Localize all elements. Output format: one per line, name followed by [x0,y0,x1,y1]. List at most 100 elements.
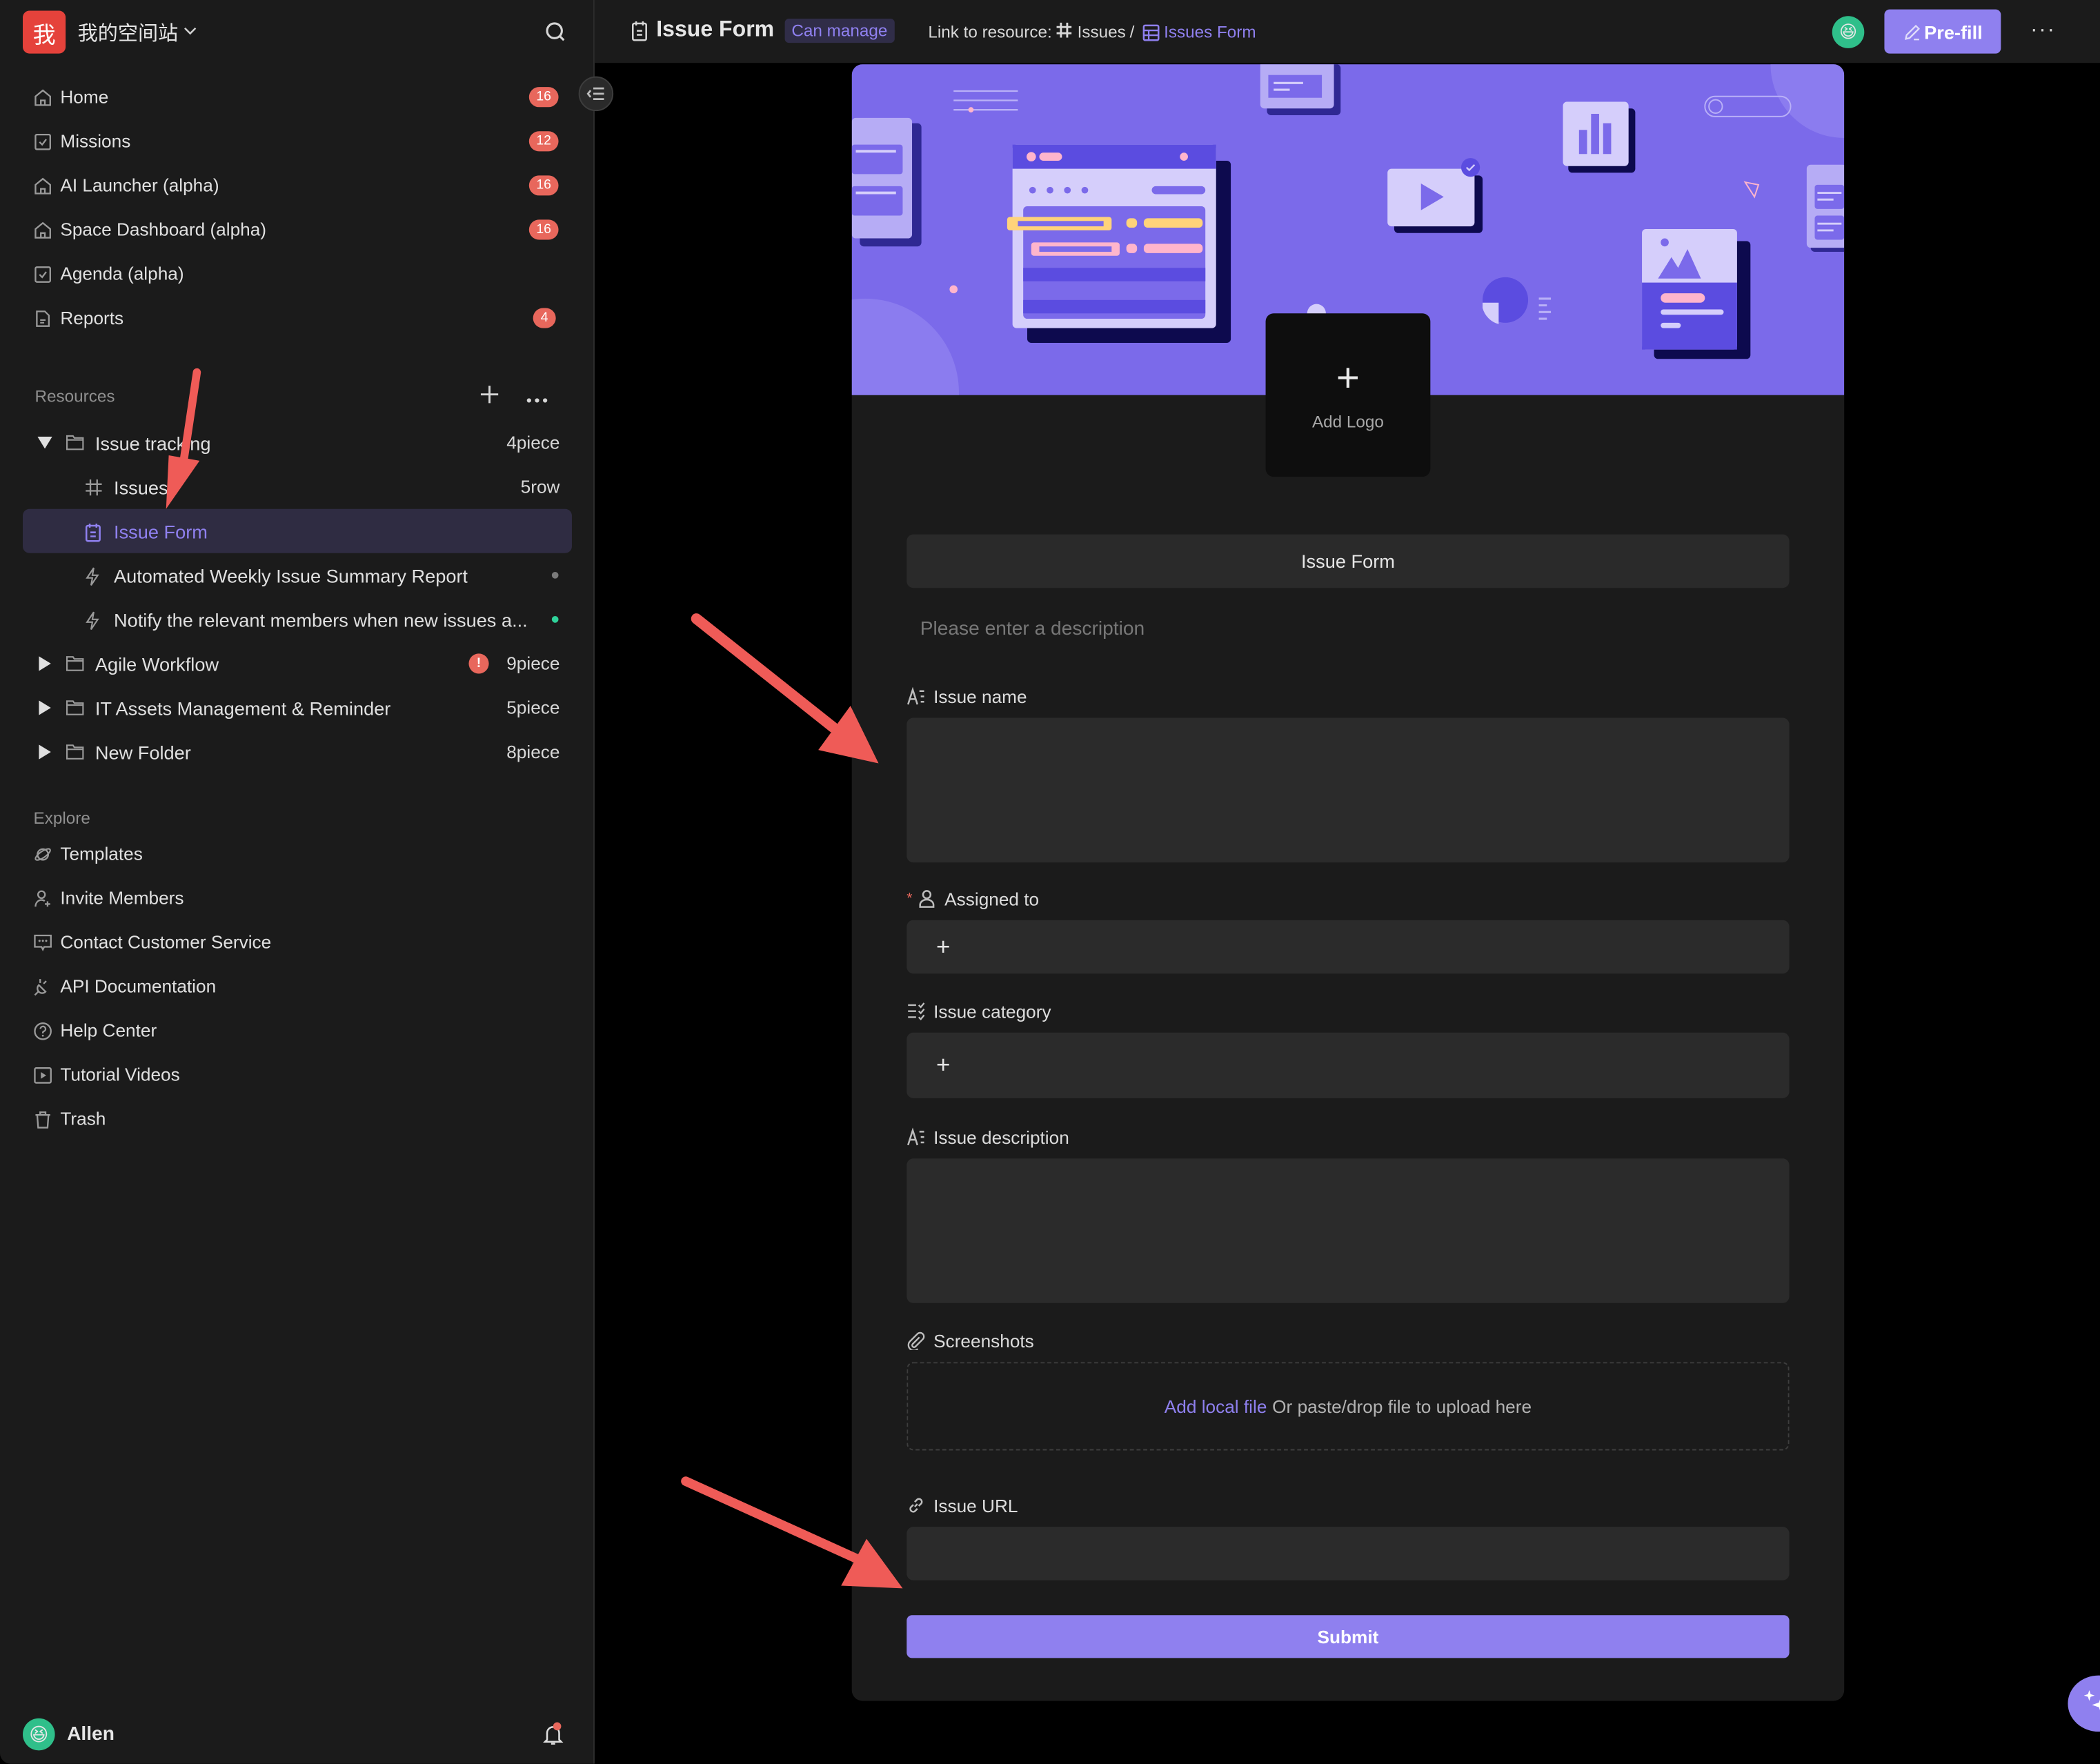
folder-icon [66,742,84,761]
caret-right-icon[interactable] [36,744,52,760]
field-label-text: Screenshots [933,1330,1034,1351]
tree-item-issues[interactable]: Issues 5row [23,465,572,509]
issue-description-input[interactable] [907,1158,1790,1303]
browser-window-graphic [1007,144,1231,343]
notification-dot [553,1722,562,1731]
plug-icon [34,977,52,995]
nav-item-label: Missions [60,131,131,152]
unread-badge: 16 [528,175,559,196]
caret-right-icon[interactable] [36,700,52,715]
nav-item-invite-members[interactable]: Invite Members [23,876,572,920]
breadcrumb-datasheet-link[interactable]: Issues [1078,23,1126,41]
collapse-sidebar-icon [586,87,604,101]
nav-item-label: Space Dashboard (alpha) [60,219,267,240]
datasheet-hash-icon [1056,21,1073,43]
text-field-icon [907,1127,925,1147]
form-icon [84,522,103,542]
nav-item-agenda[interactable]: Agenda (alpha) [23,252,572,296]
add-local-file-link[interactable]: Add local file [1165,1396,1267,1416]
tree-label: Issues [114,476,168,498]
current-user[interactable]: 😆 Allen [23,1718,569,1751]
breadcrumb-view-link[interactable]: Issues Form [1164,23,1256,41]
explore-section-label: Explore [33,809,90,828]
field-issue-description: Issue description [907,1125,1790,1303]
tree-item-automation-weekly-report[interactable]: Automated Weekly Issue Summary Report [23,553,572,597]
attachment-icon [907,1331,925,1350]
nav-item-api-docs[interactable]: API Documentation [23,964,572,1009]
collaborator-avatar[interactable]: 😆 [1832,16,1865,48]
workspace-switcher[interactable]: 我 我的空间站 [23,10,569,54]
nav-item-templates[interactable]: Templates [23,832,572,876]
add-option-icon[interactable]: + [907,1033,1789,1098]
tree-folder-new-folder[interactable]: New Folder 8piece [23,730,572,774]
nav-item-reports[interactable]: Reports 4 [23,296,572,340]
issue-category-input[interactable]: + [907,1032,1790,1098]
nav-item-tutorial-videos[interactable]: Tutorial Videos [23,1053,572,1097]
issue-name-input[interactable] [907,717,1790,863]
lightning-icon [84,610,103,630]
form-title[interactable]: Issue Form [907,534,1790,588]
item-count: 5piece [506,697,560,718]
toggle-graphic [1704,95,1792,117]
required-mark: * [907,890,913,907]
collapse-sidebar-button[interactable] [578,76,614,112]
file-upload-dropzone[interactable]: Add local file Or paste/drop file to upl… [907,1362,1790,1451]
form-description-input[interactable]: Please enter a description [907,619,1789,640]
folder-icon [66,433,84,452]
more-options-icon[interactable]: ··· [2030,19,2056,43]
link-prefix: Link to resource: [928,23,1052,42]
pie-chart-graphic [1483,277,1552,324]
prefill-button[interactable]: Pre-fill [1884,9,2001,54]
folder-icon [66,698,84,717]
app-window: 我 我的空间站 Home 16 Missions 12 AI Launcher … [0,0,2100,1764]
resource-tree: Issue tracking 4piece Issues 5row Issue … [23,421,572,775]
link-icon [907,1496,925,1514]
nav-item-contact-service[interactable]: Contact Customer Service [23,920,572,964]
form-icon [631,19,649,41]
nav-item-missions[interactable]: Missions 12 [23,119,572,163]
trash-icon [34,1109,52,1128]
add-logo-label: Add Logo [1311,412,1384,432]
nav-item-label: AI Launcher (alpha) [60,175,219,196]
tree-item-automation-notify[interactable]: Notify the relevant members when new iss… [23,597,572,642]
tree-label: Automated Weekly Issue Summary Report [114,564,468,586]
nav-item-ai-launcher[interactable]: AI Launcher (alpha) 16 [23,163,572,208]
nav-item-help-center[interactable]: Help Center [23,1009,572,1053]
nav-item-space-dashboard[interactable]: Space Dashboard (alpha) 16 [23,208,572,252]
ai-assistant-button[interactable] [2068,1675,2100,1732]
issue-url-input[interactable] [907,1527,1790,1580]
tree-label: Issue tracking [95,432,211,454]
tree-folder-it-assets[interactable]: IT Assets Management & Reminder 5piece [23,686,572,730]
planet-icon [34,844,52,863]
submit-button[interactable]: Submit [907,1615,1790,1658]
more-options-icon[interactable] [526,386,548,410]
add-member-icon[interactable]: + [907,920,1789,974]
tree-folder-issue-tracking[interactable]: Issue tracking 4piece [23,421,572,465]
image-card-graphic [1642,228,1751,359]
pencil-icon [1904,23,1920,40]
tree-label: IT Assets Management & Reminder [95,697,391,719]
permission-badge[interactable]: Can manage [784,18,895,43]
search-icon[interactable] [542,19,569,46]
chat-icon [34,933,52,951]
tree-folder-agile-workflow[interactable]: Agile Workflow ! 9piece [23,642,572,686]
user-avatar[interactable]: 😆 [23,1718,55,1751]
workspace-logo: 我 [23,10,66,54]
checkbox-icon [34,264,52,283]
add-logo-button[interactable]: + Add Logo [1265,313,1431,477]
nav-item-home[interactable]: Home 16 [23,75,572,119]
assigned-to-input[interactable]: + [907,920,1790,974]
tree-item-issue-form[interactable]: Issue Form [23,508,572,553]
field-label: Screenshots [907,1329,1789,1353]
tree-label: Issue Form [114,520,208,542]
notification-bell-icon[interactable] [542,1722,564,1747]
sidebar: 我 我的空间站 Home 16 Missions 12 AI Launcher … [0,0,595,1764]
upload-hint: Or paste/drop file to upload here [1272,1396,1532,1416]
tree-label: Agile Workflow [95,653,219,675]
page-title-text[interactable]: Issue Form [656,17,774,43]
nav-item-trash[interactable]: Trash [23,1097,572,1141]
caret-right-icon[interactable] [36,656,52,671]
caret-down-icon[interactable] [36,436,52,449]
nav-item-label: Invite Members [60,888,184,909]
add-resource-icon[interactable] [479,384,499,411]
